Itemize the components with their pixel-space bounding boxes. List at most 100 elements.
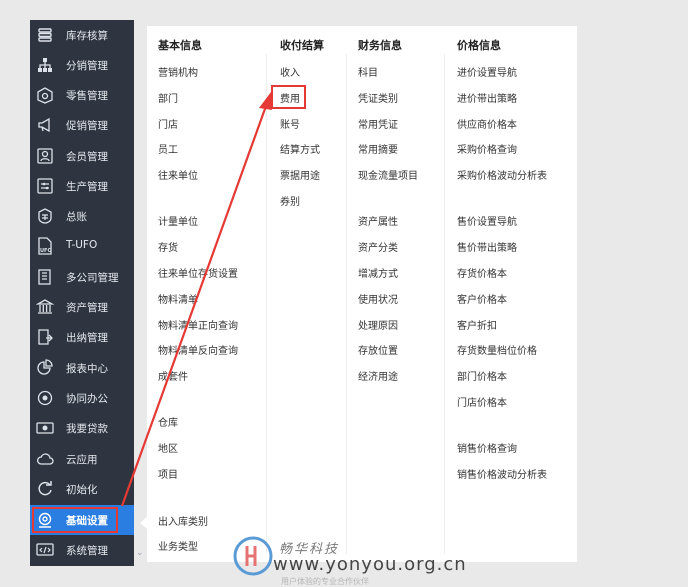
menu-item[interactable]: 业务类型 <box>158 538 198 553</box>
production-icon <box>36 177 54 195</box>
menu-item[interactable]: 结算方式 <box>280 141 320 156</box>
sidebar-item-system[interactable]: 系统管理 <box>30 535 134 565</box>
sidebar-item-multi-company[interactable]: 多公司管理 <box>30 262 134 292</box>
menu-item[interactable]: 供应商价格本 <box>457 116 517 131</box>
menu-item[interactable]: 科目 <box>358 64 378 79</box>
column-title-settlement: 收付结算 <box>280 39 324 52</box>
stack-icon <box>36 26 54 44</box>
sidebar-item-inventory-accounting[interactable]: 库存核算 <box>30 20 134 50</box>
menu-item[interactable]: 计量单位 <box>158 213 198 228</box>
sidebar-item-collaboration[interactable]: 协同办公 <box>30 383 134 413</box>
menu-item[interactable]: 员工 <box>158 141 178 156</box>
loan-cash-icon <box>36 419 54 437</box>
menu-item[interactable]: 存货数量档位价格 <box>457 342 537 357</box>
column-title-basic-info: 基本信息 <box>158 39 202 52</box>
megaphone-icon <box>36 116 54 134</box>
menu-item[interactable]: 收入 <box>280 64 300 79</box>
sidebar-item-loan[interactable]: 我要贷款 <box>30 413 134 443</box>
menu-item[interactable]: 存放位置 <box>358 342 398 357</box>
menu-item[interactable]: 部门 <box>158 90 178 105</box>
sidebar-item-cashier[interactable]: 出纳管理 <box>30 322 134 352</box>
sidebar-item-label: 总账 <box>66 211 87 223</box>
sidebar-item-retail[interactable]: 零售管理 <box>30 80 134 110</box>
menu-item[interactable]: 资产分类 <box>358 239 398 254</box>
multi-company-icon <box>36 268 54 286</box>
sidebar-item-label: T-UFO <box>66 239 98 251</box>
menu-item[interactable]: 常用凭证 <box>358 116 398 131</box>
menu-item[interactable]: 仓库 <box>158 414 178 429</box>
menu-item[interactable]: 票据用途 <box>280 167 320 182</box>
scroll-down-icon[interactable]: ⌄ <box>136 548 144 562</box>
member-card-icon <box>36 147 54 165</box>
column-divider <box>346 54 347 554</box>
menu-item[interactable]: 增减方式 <box>358 265 398 280</box>
menu-item[interactable]: 券别 <box>280 193 300 208</box>
menu-item[interactable]: 客户折扣 <box>457 317 497 332</box>
sidebar-item-distribution[interactable]: 分销管理 <box>30 50 134 80</box>
menu-item[interactable]: 进价带出策略 <box>457 90 517 105</box>
menu-item[interactable]: 销售价格查询 <box>457 440 517 455</box>
cashier-icon <box>36 328 54 346</box>
menu-item[interactable]: 物料清单 <box>158 291 198 306</box>
sidebar-item-general-ledger[interactable]: 总账 <box>30 201 134 231</box>
sidebar-item-asset[interactable]: 资产管理 <box>30 292 134 322</box>
sidebar-item-production[interactable]: 生产管理 <box>30 171 134 201</box>
svg-text:UFO: UFO <box>40 248 52 254</box>
sidebar-item-cloud-app[interactable]: 云应用 <box>30 444 134 474</box>
column-title-price-info: 价格信息 <box>457 39 501 52</box>
menu-item[interactable]: 出入库类别 <box>158 513 208 528</box>
sidebar-item-label: 报表中心 <box>66 363 108 375</box>
column-divider <box>266 54 267 554</box>
ledger-coin-icon <box>36 207 54 225</box>
menu-item[interactable]: 营销机构 <box>158 64 198 79</box>
sidebar-item-t-ufo[interactable]: UFO T-UFO <box>30 231 134 261</box>
sidebar-item-member[interactable]: 会员管理 <box>30 141 134 171</box>
menu-item[interactable]: 部门价格本 <box>457 368 507 383</box>
menu-item[interactable]: 采购价格波动分析表 <box>457 167 547 182</box>
menu-item[interactable]: 物料清单反向查询 <box>158 342 238 357</box>
menu-item[interactable]: 进价设置导航 <box>457 64 517 79</box>
menu-item[interactable]: 往来单位 <box>158 167 198 182</box>
sidebar-item-label: 出纳管理 <box>66 332 108 344</box>
menu-item[interactable]: 凭证类别 <box>358 90 398 105</box>
submenu-panel: 基本信息 收付结算 财务信息 价格信息 营销机构 部门 门店 员工 往来单位 计… <box>147 26 577 562</box>
sidebar-item-label: 云应用 <box>66 454 98 466</box>
menu-item[interactable]: 资产属性 <box>358 213 398 228</box>
menu-item[interactable]: 处理原因 <box>358 317 398 332</box>
sidebar-item-initialize[interactable]: 初始化 <box>30 474 134 504</box>
sidebar-item-label: 会员管理 <box>66 151 108 163</box>
sidebar-item-label: 初始化 <box>66 484 98 496</box>
menu-item[interactable]: 现金流量项目 <box>358 167 418 182</box>
menu-item[interactable]: 门店 <box>158 116 178 131</box>
collaboration-icon <box>36 389 54 407</box>
watermark: 畅华科技 www.yonyou.org.cn 用户体验的专业合作伙伴 <box>233 530 466 586</box>
menu-item[interactable]: 存货 <box>158 239 178 254</box>
sidebar-item-label: 多公司管理 <box>66 272 119 284</box>
sidebar-item-basic-settings[interactable]: 基础设置 <box>30 505 134 535</box>
menu-item[interactable]: 采购价格查询 <box>457 141 517 156</box>
menu-item[interactable]: 账号 <box>280 116 300 131</box>
menu-item[interactable]: 常用摘要 <box>358 141 398 156</box>
menu-item[interactable]: 客户价格本 <box>457 291 507 306</box>
watermark-url: www.yonyou.org.cn <box>273 554 467 575</box>
menu-item[interactable]: 销售价格波动分析表 <box>457 466 547 481</box>
sidebar-item-label: 库存核算 <box>66 30 108 42</box>
menu-item[interactable]: 成套件 <box>158 368 188 383</box>
menu-item[interactable]: 使用状况 <box>358 291 398 306</box>
menu-item[interactable]: 物料清单正向查询 <box>158 317 238 332</box>
highlight-box <box>271 85 306 109</box>
sidebar-item-promotion[interactable]: 促销管理 <box>30 110 134 140</box>
menu-item[interactable]: 经济用途 <box>358 368 398 383</box>
watermark-logo <box>233 536 273 576</box>
retail-box-icon <box>36 86 54 104</box>
menu-item[interactable]: 售价带出策略 <box>457 239 517 254</box>
menu-item[interactable]: 门店价格本 <box>457 394 507 409</box>
menu-item[interactable]: 地区 <box>158 440 178 455</box>
sidebar-item-report-center[interactable]: 报表中心 <box>30 353 134 383</box>
menu-item[interactable]: 存货价格本 <box>457 265 507 280</box>
ufo-doc-icon: UFO <box>36 237 54 255</box>
menu-item[interactable]: 往来单位存货设置 <box>158 265 238 280</box>
menu-item[interactable]: 项目 <box>158 466 178 481</box>
menu-item[interactable]: 售价设置导航 <box>457 213 517 228</box>
system-code-icon <box>36 541 54 559</box>
